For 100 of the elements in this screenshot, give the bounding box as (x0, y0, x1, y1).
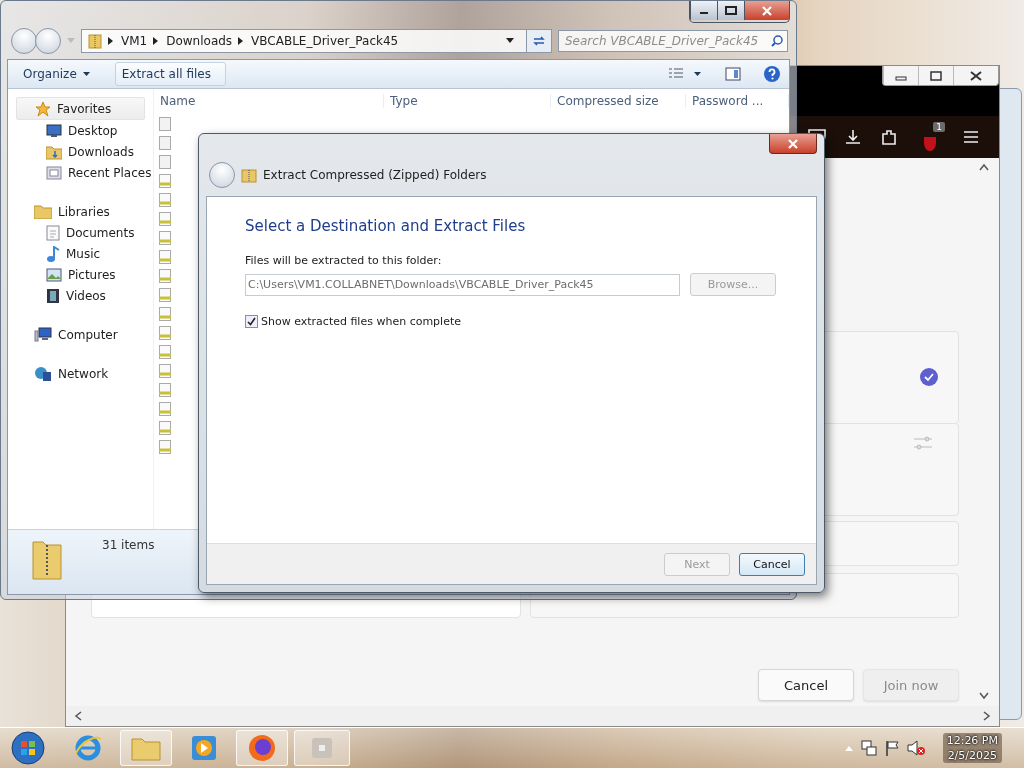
chevron-right-icon (238, 37, 244, 45)
sidebar-item[interactable]: Network (16, 363, 153, 384)
sidebar-item[interactable]: Recent Places (16, 162, 153, 183)
back-button[interactable] (209, 162, 235, 188)
document-icon (46, 224, 60, 241)
column-header[interactable]: Name (154, 94, 384, 108)
close-icon (788, 138, 798, 149)
scroll-up-icon[interactable] (979, 163, 989, 171)
search-field[interactable]: Search VBCABLE_Driver_Pack45 (558, 30, 788, 52)
zip-file-icon (159, 250, 171, 264)
browser-e-icon (73, 733, 103, 763)
refresh-button[interactable] (526, 30, 551, 52)
back-button[interactable] (11, 28, 37, 54)
breadcrumb-item[interactable]: Downloads (166, 34, 233, 48)
film-icon (46, 287, 60, 304)
destination-field[interactable]: C:\Users\VM1.COLLABNET\Downloads\VBCABLE_Driver_Pack45 (245, 273, 680, 296)
close-icon (762, 5, 772, 16)
sidebar-item[interactable]: Favorites (16, 97, 145, 120)
clock-time: 12:26 PM (946, 734, 998, 747)
zip-file-icon (159, 383, 171, 397)
sidebar-item[interactable]: Computer (16, 324, 153, 345)
zip-file-icon (159, 288, 171, 302)
minimize-button[interactable] (690, 1, 717, 20)
sidebar-item[interactable]: Pictures (16, 264, 153, 285)
zip-file-icon (159, 307, 171, 321)
column-header[interactable]: Compressed size (551, 94, 686, 108)
sliders-icon (914, 436, 932, 450)
app-icon (310, 736, 334, 760)
refresh-icon (532, 35, 546, 47)
scroll-down-icon[interactable] (979, 692, 989, 700)
zip-file-icon (159, 117, 171, 131)
extensions-button[interactable] (879, 127, 899, 147)
folder-arrow-icon (46, 143, 62, 160)
preview-pane-icon[interactable] (725, 67, 741, 81)
zip-file-icon (159, 136, 171, 150)
search-icon (771, 35, 783, 47)
zip-folder-icon (32, 538, 62, 580)
scroll-right-icon[interactable] (983, 711, 991, 721)
menu-icon (963, 130, 979, 144)
dialog-button[interactable]: Cancel (739, 552, 805, 576)
zip-file-icon (159, 402, 171, 416)
breadcrumb-item[interactable]: VBCABLE_Driver_Pack45 (251, 34, 399, 48)
download-button[interactable] (843, 127, 863, 147)
music-note-icon (46, 245, 60, 262)
zip-folder-icon (88, 33, 102, 49)
zip-file-icon (159, 174, 171, 188)
item-count: 31 items (102, 538, 155, 552)
column-header[interactable]: Password ... (686, 94, 789, 108)
close-icon (970, 70, 982, 81)
zip-folder-icon (241, 167, 257, 183)
scroll-left-icon[interactable] (74, 711, 82, 721)
close-button[interactable] (769, 134, 817, 154)
download-icon (844, 128, 862, 146)
picture-icon (46, 267, 62, 282)
sidebar-item[interactable]: Music (16, 243, 153, 264)
muted-speaker-icon[interactable] (906, 740, 925, 756)
sidebar-item[interactable]: Videos (16, 285, 153, 306)
dialog-title: Extract Compressed (Zipped) Folders (263, 168, 487, 182)
extension-button[interactable]: 1 (915, 122, 945, 152)
clock[interactable]: 12:26 PM 2/5/2025 (942, 733, 1002, 763)
library-folder-icon (34, 204, 52, 219)
toolbar-button[interactable]: Organize (16, 62, 105, 86)
maximize-icon (930, 70, 942, 81)
caret-icon[interactable] (694, 72, 701, 76)
zip-file-icon (159, 326, 171, 340)
zip-file-icon (159, 212, 171, 226)
dropdown-icon[interactable] (506, 38, 514, 44)
sidebar-item[interactable]: Downloads (16, 141, 153, 162)
puzzle-icon (880, 128, 898, 146)
help-icon[interactable] (763, 65, 781, 83)
zip-file-icon (159, 421, 171, 435)
network-tray-icon[interactable] (860, 740, 877, 756)
toolbar-button[interactable]: Extract all files (114, 62, 226, 86)
taskbar-button[interactable] (236, 730, 288, 766)
close-button[interactable] (744, 1, 789, 20)
breadcrumb-item[interactable]: VM1 (121, 34, 148, 48)
flag-icon[interactable] (884, 740, 899, 756)
clock-date: 2/5/2025 (947, 749, 998, 762)
folder-icon (131, 735, 161, 761)
maximize-button[interactable] (717, 1, 744, 20)
star-icon (35, 100, 51, 117)
fox-globe-icon (247, 733, 277, 763)
zip-file-icon (159, 269, 171, 283)
checkbox-label[interactable]: Show extracted files when complete (261, 315, 461, 328)
web-button[interactable]: Cancel (758, 669, 854, 701)
zip-file-icon (159, 345, 171, 359)
sidebar-item[interactable]: Documents (16, 222, 153, 243)
zip-file-icon (159, 364, 171, 378)
checkbox[interactable] (245, 315, 258, 328)
shield-icon (922, 134, 938, 152)
address-bar[interactable]: VM1 Downloads VBCABLE_Driver_Pack45 (81, 29, 552, 53)
chevron-right-icon (108, 37, 113, 45)
sidebar-item[interactable]: Libraries (16, 201, 153, 222)
field-label: Files will be extracted to this folder: (245, 254, 443, 267)
zip-file-icon (159, 231, 171, 245)
sidebar-item[interactable]: Desktop (16, 120, 153, 141)
recent-places-icon (46, 164, 62, 181)
count-badge: 1 (933, 122, 945, 132)
column-header[interactable]: Type (384, 94, 551, 108)
forward-button[interactable] (35, 28, 61, 54)
